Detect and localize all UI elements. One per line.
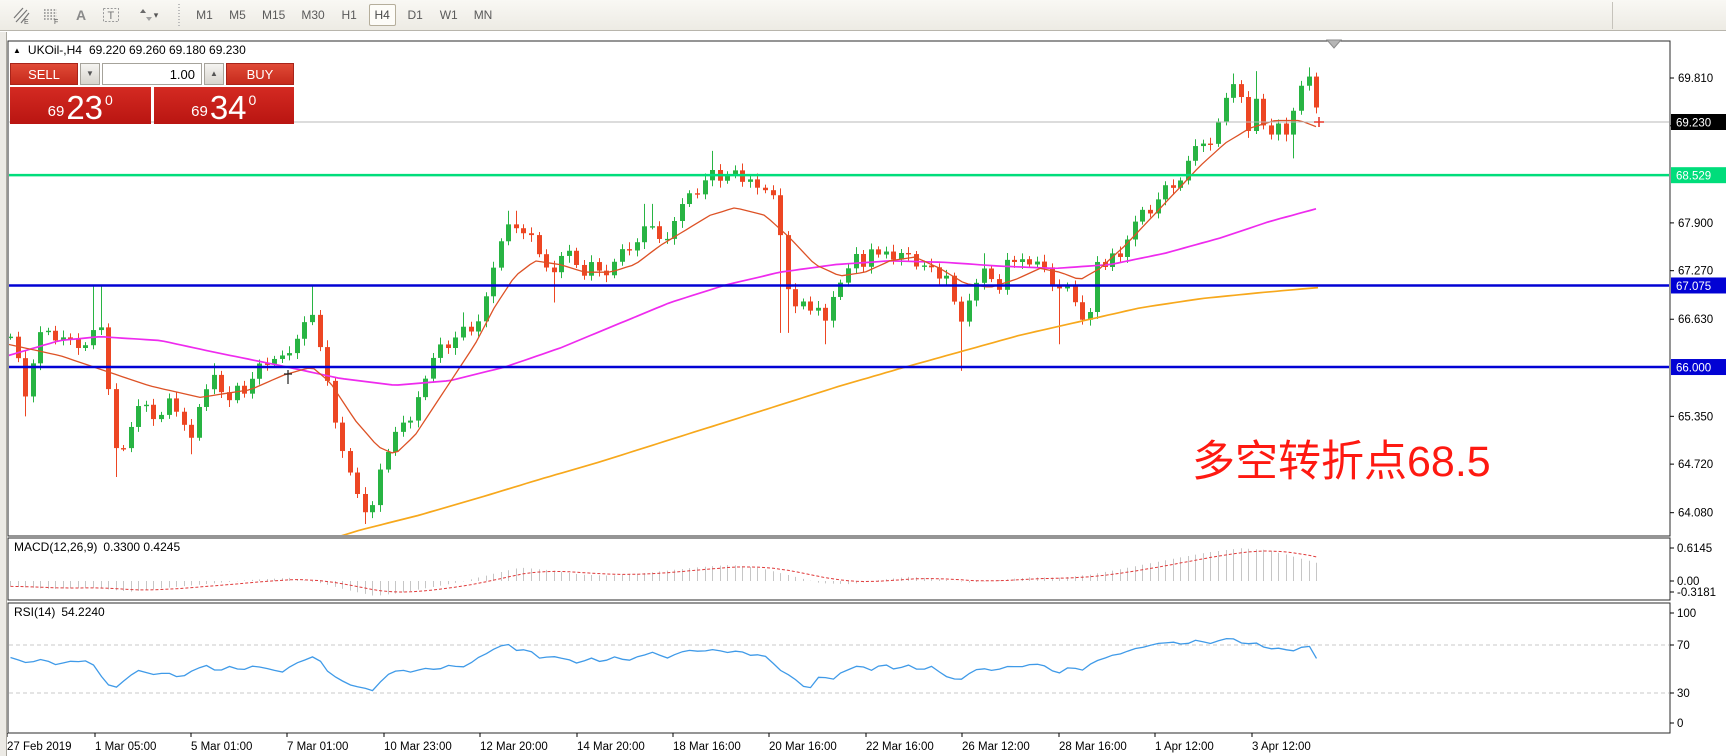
svg-text:T: T — [108, 10, 115, 22]
trading-app-window: E F A T — [0, 0, 1726, 756]
ask-prefix: 69 — [191, 104, 208, 121]
symbol-period-label: UKOil-,H4 — [28, 43, 82, 57]
volume-input[interactable]: 1.00 — [102, 63, 202, 85]
price-tick-label: 64.080 — [1678, 508, 1713, 520]
hatch-pattern-icon: E — [11, 5, 31, 25]
time-axis-label: 27 Feb 2019 — [7, 741, 72, 753]
font-tool-icon: A — [71, 5, 91, 25]
buy-button[interactable]: BUY — [226, 63, 294, 85]
macd-axis-label: 0.6145 — [1677, 543, 1712, 555]
window-left-edge — [0, 32, 7, 756]
rsi-axis-label: 30 — [1677, 688, 1690, 700]
toolbar-divider — [1612, 2, 1613, 29]
timeframe-button-w1[interactable]: W1 — [435, 4, 463, 26]
chart-annotation: 多空转折点68.5 — [1192, 427, 1491, 489]
font-tool-button[interactable]: A — [68, 3, 94, 27]
price-tick-label: 65.350 — [1678, 411, 1713, 423]
svg-text:68.529: 68.529 — [1676, 171, 1711, 183]
rsi-axis-label: 0 — [1677, 718, 1683, 730]
time-axis-label: 20 Mar 16:00 — [769, 741, 837, 753]
timeframe-button-m1[interactable]: M1 — [191, 4, 218, 26]
grid-pattern-tool-button[interactable]: F — [38, 3, 64, 27]
price-badge: 66.000 — [1671, 359, 1726, 375]
svg-text:66.000: 66.000 — [1676, 363, 1711, 375]
timeframe-button-m30[interactable]: M30 — [296, 4, 329, 26]
rsi-name: RSI(14) — [14, 605, 55, 619]
text-label-tool-button[interactable]: T — [98, 3, 124, 27]
grid-pattern-icon: F — [41, 5, 61, 25]
toolbar-separator — [178, 4, 180, 26]
svg-text:69.230: 69.230 — [1676, 118, 1711, 130]
ohlc-readout: 69.220 69.260 69.180 69.230 — [89, 43, 246, 57]
rsi-values: 54.2240 — [61, 605, 104, 619]
chart-window: 69.81069.18067.90067.27066.63065.35064.7… — [0, 32, 1726, 756]
symbol-direction-icon: ▲ — [13, 46, 21, 55]
sell-button[interactable]: SELL — [10, 63, 78, 85]
bid-prefix: 69 — [48, 104, 65, 121]
time-axis-label: 1 Mar 05:00 — [95, 741, 156, 753]
timeframe-button-h1[interactable]: H1 — [336, 4, 363, 26]
macd-name: MACD(12,26,9) — [14, 540, 97, 554]
time-axis[interactable]: 27 Feb 2019 1 Mar 05:00 5 Mar 01:00 7 Mar 0… — [7, 733, 1311, 753]
hatch-pattern-tool-button[interactable]: E — [8, 3, 34, 27]
rsi-label-row: RSI(14) 54.2240 — [14, 605, 105, 619]
time-axis-label: 18 Mar 16:00 — [673, 741, 741, 753]
time-axis-label: 5 Mar 01:00 — [191, 741, 252, 753]
time-axis-label: 3 Apr 12:00 — [1252, 741, 1311, 753]
price-badge: 69.230 — [1671, 114, 1726, 130]
rsi-axis-label: 70 — [1677, 640, 1690, 652]
timeframe-button-h4[interactable]: H4 — [369, 4, 396, 26]
time-axis-label: 14 Mar 20:00 — [577, 741, 645, 753]
time-axis-label: 12 Mar 20:00 — [480, 741, 548, 753]
arrange-arrows-icon — [136, 5, 156, 25]
timeframe-bar: M1 M5 M15 M30 H1 H4 D1 W1 MN — [188, 4, 500, 26]
svg-text:A: A — [76, 7, 86, 23]
price-tick-label: 69.810 — [1678, 73, 1713, 85]
bid-main-digits: 23 — [66, 94, 103, 121]
main-chart-canvas[interactable]: 69.81069.18067.90067.27066.63065.35064.7… — [0, 32, 1726, 756]
price-tick-label: 67.900 — [1678, 218, 1713, 230]
sell-quote-box[interactable]: 69 23 0 — [10, 87, 151, 124]
time-axis-label: 22 Mar 16:00 — [866, 741, 934, 753]
timeframe-button-m15[interactable]: M15 — [257, 4, 290, 26]
toolbar: E F A T — [0, 0, 1726, 31]
rsi-axis-label: 100 — [1677, 608, 1696, 620]
volume-increase-button[interactable]: ▲ — [204, 63, 224, 85]
price-tick-label: 64.720 — [1678, 459, 1713, 471]
rsi-plot-frame — [8, 603, 1670, 733]
svg-text:67.075: 67.075 — [1676, 281, 1711, 293]
macd-plot-frame — [8, 538, 1670, 600]
caret-down-icon: ▾ — [154, 10, 159, 21]
price-badge: 67.075 — [1671, 277, 1726, 293]
macd-label-row: MACD(12,26,9) 0.3300 0.4245 — [14, 540, 180, 554]
macd-values: 0.3300 0.4245 — [103, 540, 180, 554]
ask-superscript: 0 — [249, 93, 257, 107]
timeframe-button-m5[interactable]: M5 — [224, 4, 251, 26]
buy-quote-box[interactable]: 69 34 0 — [154, 87, 295, 124]
svg-text:E: E — [24, 19, 29, 25]
timeframe-button-d1[interactable]: D1 — [402, 4, 429, 26]
time-axis-label: 1 Apr 12:00 — [1155, 741, 1214, 753]
svg-text:F: F — [54, 19, 58, 25]
symbol-header: ▲ UKOil-,H4 69.220 69.260 69.180 69.230 — [13, 43, 246, 57]
time-axis-label: 10 Mar 23:00 — [384, 741, 452, 753]
one-click-trading-panel: SELL ▼ 1.00 ▲ BUY 69 23 0 69 34 0 — [10, 63, 294, 124]
time-axis-label: 26 Mar 12:00 — [962, 741, 1030, 753]
ask-main-digits: 34 — [210, 94, 247, 121]
arrange-tool-button[interactable]: ▾ — [128, 3, 166, 27]
price-tick-label: 66.630 — [1678, 314, 1713, 326]
text-label-icon: T — [101, 5, 121, 25]
time-axis-label: 28 Mar 16:00 — [1059, 741, 1127, 753]
price-badge: 68.529 — [1671, 167, 1726, 183]
price-tick-label: 67.270 — [1678, 266, 1713, 278]
time-axis-label: 7 Mar 01:00 — [287, 741, 348, 753]
bid-superscript: 0 — [105, 93, 113, 107]
volume-decrease-button[interactable]: ▼ — [80, 63, 100, 85]
timeframe-button-mn[interactable]: MN — [469, 4, 498, 26]
macd-axis-label: -0.3181 — [1677, 587, 1716, 599]
